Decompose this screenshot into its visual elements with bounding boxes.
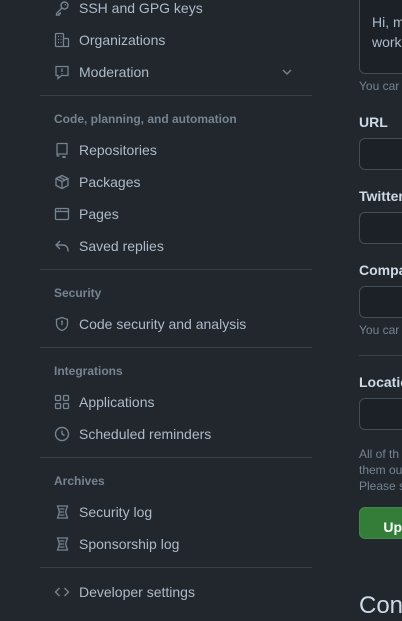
organization-icon: [54, 32, 70, 48]
sidebar-item-repositories[interactable]: Repositories: [40, 134, 312, 166]
settings-page: SSH and GPG keys Organizations Moderatio…: [0, 0, 402, 621]
bio-text-line: Hi, m: [372, 14, 402, 30]
bio-textarea[interactable]: Hi, m work: [359, 0, 402, 74]
key-icon: [54, 0, 70, 16]
url-label: URL: [359, 114, 388, 130]
sidebar-item-sponsorship-log[interactable]: Sponsorship log: [40, 528, 312, 560]
sidebar-item-label: Code security and analysis: [79, 316, 247, 332]
chevron-down-icon[interactable]: [280, 65, 294, 79]
sidebar-item-label: Organizations: [79, 32, 166, 48]
url-input[interactable]: [359, 138, 402, 170]
code-icon: [54, 584, 70, 600]
bio-text-line: work: [372, 34, 402, 50]
sidebar-divider: [40, 269, 312, 270]
sidebar-divider: [40, 457, 312, 458]
sidebar-item-label: Applications: [79, 394, 155, 410]
clock-icon: [54, 426, 70, 442]
footer-text-line: All of th: [359, 447, 400, 461]
section-heading-archives: Archives: [54, 474, 105, 488]
sidebar-item-organizations[interactable]: Organizations: [40, 24, 312, 56]
location-label: Locatio: [359, 374, 402, 390]
sidebar-item-scheduled-reminders[interactable]: Scheduled reminders: [40, 418, 312, 450]
sidebar-divider: [40, 567, 312, 568]
browser-icon: [54, 206, 70, 222]
sidebar-divider: [40, 95, 312, 96]
sidebar-item-code-security[interactable]: Code security and analysis: [40, 308, 312, 340]
update-profile-button[interactable]: Upd: [359, 507, 402, 539]
repo-icon: [54, 142, 70, 158]
sidebar-item-security-log[interactable]: Security log: [40, 496, 312, 528]
location-input[interactable]: [359, 398, 402, 430]
sidebar-item-label: Packages: [79, 174, 141, 190]
section-heading-code-planning: Code, planning, and automation: [54, 112, 237, 126]
footer-text-line: Please s: [359, 479, 402, 493]
reply-icon: [54, 238, 70, 254]
sidebar-item-label: Pages: [79, 206, 119, 222]
apps-icon: [54, 394, 70, 410]
section-heading: Con: [359, 592, 402, 619]
form-divider: [359, 355, 402, 356]
package-icon: [54, 174, 70, 190]
bio-note: You car: [359, 79, 400, 93]
log-icon: [54, 536, 70, 552]
sidebar-item-moderation[interactable]: Moderation: [40, 56, 312, 88]
sidebar-item-label: Sponsorship log: [79, 536, 180, 552]
twitter-input[interactable]: [359, 212, 402, 244]
sidebar-item-ssh-gpg-keys[interactable]: SSH and GPG keys: [40, 0, 312, 24]
sidebar-item-label: Security log: [79, 504, 153, 520]
sidebar-item-label: Developer settings: [79, 584, 195, 600]
section-heading-integrations: Integrations: [54, 364, 123, 378]
section-heading-security: Security: [54, 286, 102, 300]
footer-text-line: them ou: [359, 463, 402, 477]
sidebar-item-label: Saved replies: [79, 238, 164, 254]
sidebar-divider: [40, 347, 312, 348]
log-icon: [54, 504, 70, 520]
company-note: You car: [359, 323, 400, 337]
sidebar-item-applications[interactable]: Applications: [40, 386, 312, 418]
sidebar-item-pages[interactable]: Pages: [40, 198, 312, 230]
twitter-label: Twitter: [359, 188, 402, 204]
company-input[interactable]: [359, 286, 402, 318]
sidebar-item-packages[interactable]: Packages: [40, 166, 312, 198]
shield-lock-icon: [54, 316, 70, 332]
sidebar-item-developer-settings[interactable]: Developer settings: [40, 576, 312, 608]
sidebar-item-saved-replies[interactable]: Saved replies: [40, 230, 312, 262]
company-label: Compa: [359, 262, 402, 278]
sidebar-item-label: Repositories: [79, 142, 157, 158]
sidebar-item-label: SSH and GPG keys: [79, 0, 203, 16]
sidebar-item-label: Moderation: [79, 64, 150, 80]
sidebar-item-label: Scheduled reminders: [79, 426, 212, 442]
report-icon: [54, 64, 70, 80]
profile-form: Hi, m work You car URL Twitter Compa You…: [359, 0, 402, 621]
